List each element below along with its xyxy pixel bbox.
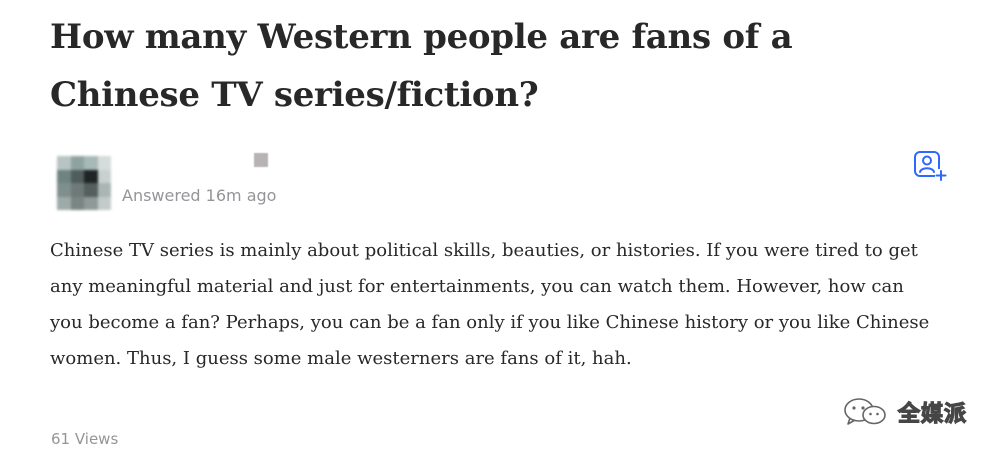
- view-count: 61 Views: [51, 430, 119, 448]
- watermark-text: 全媒派: [897, 401, 968, 427]
- avatar[interactable]: [57, 156, 111, 210]
- wechat-icon: [844, 398, 886, 425]
- follow-button[interactable]: [913, 149, 947, 183]
- answer-body: Chinese TV series is mainly about politi…: [50, 240, 930, 369]
- person-add-icon: [914, 151, 947, 181]
- answer-page: How many Western people are fans of a Ch…: [0, 0, 1000, 456]
- question-title[interactable]: How many Western people are fans of a Ch…: [50, 8, 880, 124]
- author-name[interactable]: [254, 153, 268, 167]
- watermark: 全媒派: [842, 396, 967, 428]
- answer-meta: Answered 16m ago: [122, 186, 277, 205]
